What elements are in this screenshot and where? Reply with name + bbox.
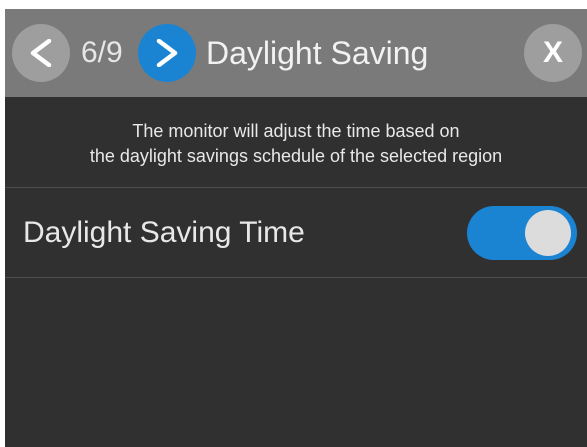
divider: [5, 187, 587, 188]
daylight-saving-time-label: Daylight Saving Time: [23, 216, 305, 249]
daylight-saving-time-toggle[interactable]: [467, 206, 577, 260]
description-line-1: The monitor will adjust the time based o…: [132, 121, 460, 141]
page-counter: 6/9: [81, 36, 123, 69]
description-text: The monitor will adjust the time based o…: [5, 119, 587, 169]
description-line-2: the daylight savings schedule of the sel…: [89, 146, 503, 166]
close-button[interactable]: X: [524, 24, 582, 82]
chevron-left-icon: [30, 39, 52, 67]
divider: [5, 277, 587, 278]
page-title: Daylight Saving: [206, 35, 429, 71]
previous-button[interactable]: [12, 24, 70, 82]
chevron-right-icon: [156, 39, 178, 67]
toggle-knob[interactable]: [525, 210, 571, 256]
next-button[interactable]: [138, 24, 196, 82]
daylight-saving-screen: 6/9 Daylight Saving X The monitor will a…: [5, 9, 587, 447]
close-icon: X: [542, 36, 563, 69]
header-bar: 6/9 Daylight Saving X: [5, 9, 587, 97]
